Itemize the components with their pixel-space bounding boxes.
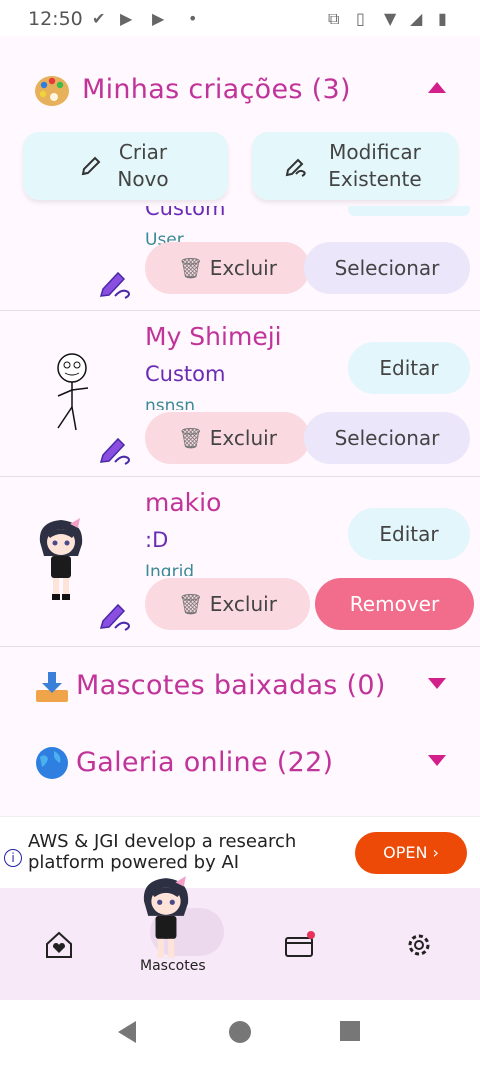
creation-card-2: My Shimeji Custom nsnsn Editar 🗑 Excluir… (0, 310, 480, 477)
create-new-label: Criar Novo (117, 140, 169, 191)
delete-label: Excluir (209, 256, 277, 280)
mascots-tab-label[interactable]: Mascotes (140, 958, 206, 974)
edit-button[interactable]: Editar (348, 342, 470, 394)
trash-icon: 🗑 (178, 426, 204, 450)
draw-edit-icon[interactable] (98, 430, 132, 466)
check-circle-icon: ✔ (92, 9, 106, 28)
my-creations-header[interactable]: Minhas criações (3) (0, 60, 480, 120)
select-label: Selecionar (334, 256, 440, 280)
pencil-icon (81, 156, 101, 176)
draw-edit-icon[interactable] (98, 264, 132, 300)
chevron-down-icon[interactable] (428, 755, 446, 766)
youtube-icon-2: ▶ (152, 9, 165, 28)
trash-icon: 🗑 (178, 592, 204, 616)
draw-icon (285, 158, 306, 177)
card-edit-partial[interactable] (348, 206, 470, 216)
creation-card-3: makio :D Ingrid Editar 🗑 Excluir Remover (0, 476, 480, 647)
gear-icon[interactable] (404, 930, 434, 960)
home-icon[interactable] (229, 1021, 251, 1043)
chevron-down-icon[interactable] (428, 678, 446, 689)
chevron-up-icon[interactable] (428, 82, 446, 93)
online-gallery-header[interactable]: Galeria online (22) (0, 733, 480, 793)
modify-existing-label: Modificar Existente (328, 140, 422, 191)
stick-figure-avatar (57, 353, 89, 431)
cast-icon: ⧉ (328, 9, 340, 28)
section-title: Minhas criações (3) (82, 74, 351, 105)
card-author: Ingrid (145, 562, 195, 576)
download-tray-icon (36, 672, 68, 702)
app-content: Minhas criações (3) Criar Novo Modificar… (0, 36, 480, 899)
card-name: My Shimeji (145, 322, 282, 351)
info-icon[interactable]: i (4, 849, 22, 867)
card-name: makio (145, 488, 222, 517)
modify-existing-button[interactable]: Modificar Existente (252, 132, 458, 200)
select-button[interactable]: Selecionar (304, 412, 470, 464)
create-new-button[interactable]: Criar Novo (23, 132, 228, 200)
wifi-icon: ▼ (384, 9, 397, 28)
home-heart-icon[interactable] (44, 930, 74, 960)
edit-button[interactable]: Editar (348, 508, 470, 560)
youtube-icon: ▶ (120, 9, 133, 28)
section-title: Mascotes baixadas (0) (76, 670, 386, 701)
palette-icon (35, 76, 69, 106)
ad-text: AWS & JGI develop a research platform po… (28, 831, 297, 873)
draw-edit-icon[interactable] (98, 596, 132, 632)
card-subtitle: Custom (145, 362, 226, 386)
card-author: nsnsn (145, 396, 196, 410)
dot-icon: • (188, 9, 198, 28)
system-navigation (0, 1000, 480, 1066)
wallet-heart-icon[interactable] (284, 930, 316, 960)
recents-icon[interactable] (340, 1021, 360, 1041)
battery-icon: ▮ (438, 9, 447, 28)
bottom-navigation: Mascotes (0, 876, 480, 1000)
edit-label: Editar (379, 356, 439, 380)
trash-icon: 🗑 (178, 256, 204, 280)
remove-button[interactable]: Remover (315, 578, 474, 630)
select-label: Selecionar (334, 426, 440, 450)
ad-banner[interactable]: i AWS & JGI develop a research platform … (0, 816, 480, 889)
edit-label: Editar (379, 522, 439, 546)
clock: 12:50 (28, 8, 83, 30)
status-bar: 12:50 ✔ ▶ ▶ • ⧉ ▯ ▼ ◢ ▮ (0, 0, 480, 36)
vibrate-icon: ▯ (356, 9, 365, 28)
select-button[interactable]: Selecionar (304, 242, 470, 294)
downloaded-mascots-header[interactable]: Mascotes baixadas (0) (0, 656, 480, 716)
section-title: Galeria online (22) (76, 747, 334, 778)
mascot-character (143, 876, 189, 958)
card-subtitle: :D (145, 528, 169, 552)
delete-button[interactable]: 🗑 Excluir (145, 412, 310, 464)
signal-icon: ◢ (410, 9, 423, 28)
anime-character-avatar (39, 518, 83, 600)
back-icon[interactable] (118, 1021, 136, 1043)
delete-button[interactable]: 🗑 Excluir (145, 242, 310, 294)
remove-label: Remover (349, 592, 440, 616)
delete-button[interactable]: 🗑 Excluir (145, 578, 310, 630)
delete-label: Excluir (209, 426, 277, 450)
ad-open-button[interactable]: OPEN › (355, 832, 467, 874)
delete-label: Excluir (209, 592, 277, 616)
globe-icon (36, 747, 68, 779)
